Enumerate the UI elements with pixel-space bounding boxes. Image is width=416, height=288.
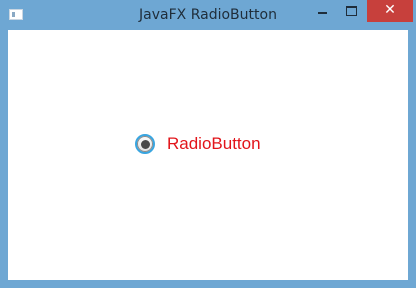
title-bar[interactable]: JavaFX RadioButton ✕	[0, 0, 416, 30]
window-content: RadioButton	[8, 30, 408, 280]
close-icon: ✕	[384, 2, 396, 18]
close-button[interactable]: ✕	[367, 0, 413, 22]
radio-button[interactable]: RadioButton	[135, 132, 261, 156]
maximize-button[interactable]	[334, 0, 368, 22]
app-window: JavaFX RadioButton ✕ RadioButton	[0, 0, 416, 288]
radio-circle[interactable]	[137, 136, 153, 152]
app-icon[interactable]	[9, 9, 23, 20]
radio-label[interactable]: RadioButton	[167, 132, 261, 156]
radio-focus-ring[interactable]	[135, 134, 155, 154]
radio-selected-dot	[140, 139, 150, 149]
